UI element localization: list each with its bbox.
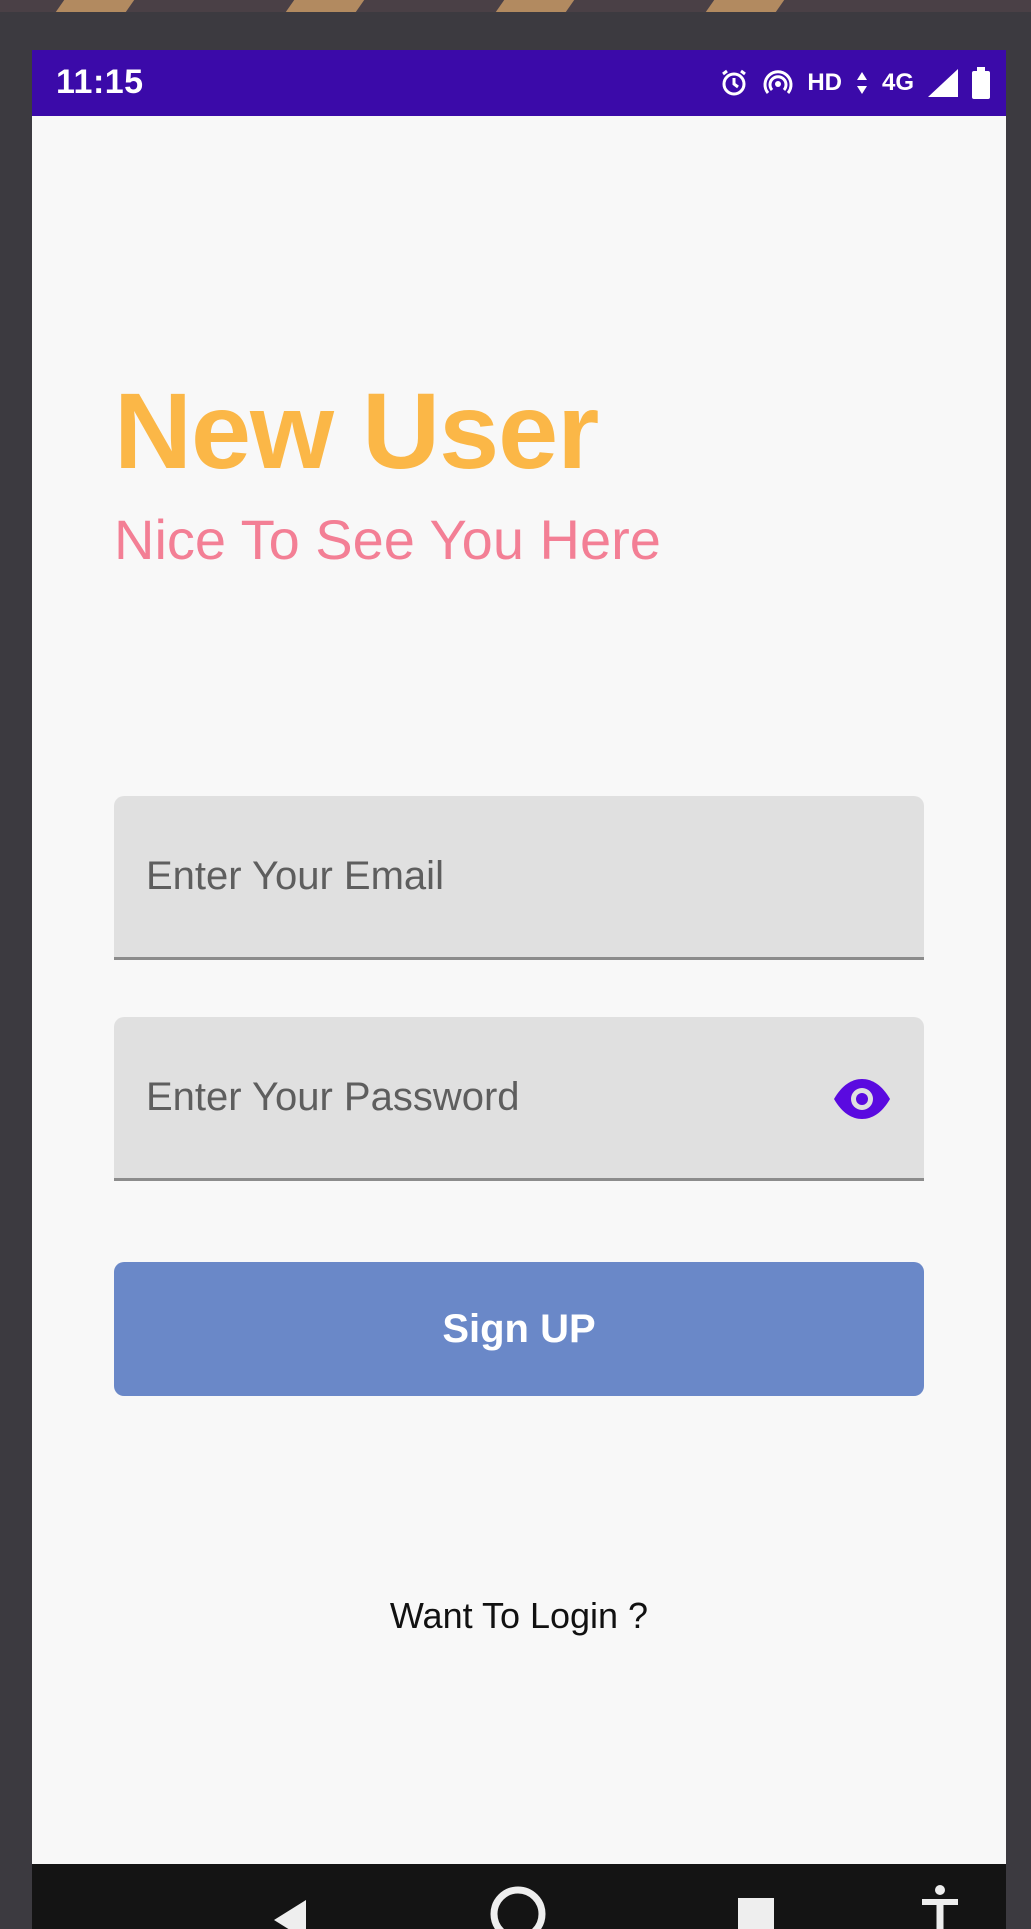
back-icon[interactable] <box>270 1898 310 1929</box>
status-icons: HD 4G <box>719 64 990 102</box>
login-link[interactable]: Want To Login ? <box>32 1595 1006 1637</box>
network-label: 4G <box>881 69 914 96</box>
recents-icon[interactable] <box>736 1896 776 1929</box>
password-field[interactable] <box>114 1017 924 1181</box>
phone-screen: 11:15 HD 4G New User Nice To See You Her… <box>32 50 1006 1929</box>
page-subtitle: Nice To See You Here <box>114 508 661 571</box>
frame-stripe <box>285 0 365 12</box>
hd-label: HD <box>807 69 842 96</box>
frame-stripe <box>55 0 135 12</box>
alarm-icon <box>722 69 747 96</box>
frame-stripe <box>705 0 785 12</box>
battery-icon <box>972 67 990 99</box>
eye-icon[interactable] <box>832 1077 892 1121</box>
status-bar: 11:15 HD 4G <box>32 50 1006 116</box>
sign-up-button[interactable]: Sign UP <box>114 1262 924 1396</box>
device-frame-top <box>0 0 1031 12</box>
navigation-bar <box>32 1864 1006 1929</box>
signal-icon <box>928 69 958 97</box>
frame-stripe <box>495 0 575 12</box>
accessibility-icon[interactable] <box>918 1882 962 1929</box>
data-arrows-icon <box>856 72 867 94</box>
status-time: 11:15 <box>56 63 144 101</box>
page-title: New User <box>114 370 599 491</box>
email-input[interactable] <box>114 796 924 957</box>
home-icon[interactable] <box>488 1884 548 1929</box>
password-input[interactable] <box>114 1017 924 1178</box>
email-field[interactable] <box>114 796 924 960</box>
hotspot-icon <box>763 70 793 94</box>
